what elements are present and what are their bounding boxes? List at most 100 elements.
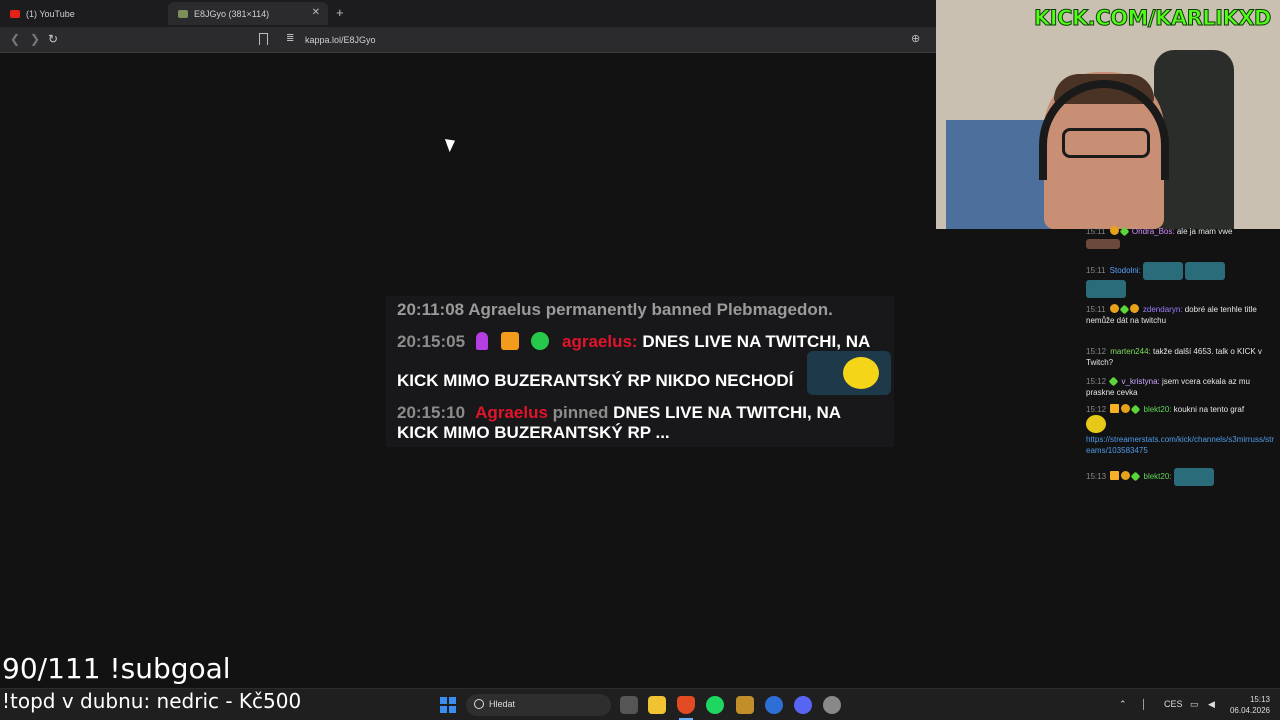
username: Agraelus <box>475 403 548 422</box>
zoom-icon[interactable]: ⊕ <box>911 32 920 45</box>
emote-image <box>1086 280 1126 298</box>
app-icon[interactable] <box>736 696 754 714</box>
badge-icon <box>1109 304 1119 313</box>
taskbar-clock[interactable]: 15:13 06.04.2026 <box>1226 694 1270 716</box>
windows-start-icon[interactable] <box>440 697 456 713</box>
tab-kappa-image[interactable]: E8JGyo (381×114) ✕ <box>168 2 328 25</box>
username: zdendaryn: <box>1142 305 1183 314</box>
chat-message: 15:12 marten244: takže další 4653. talk … <box>1086 346 1276 368</box>
tab-label: E8JGyo (381×114) <box>194 8 270 19</box>
emote-image <box>1143 262 1184 280</box>
badge-icon <box>1121 471 1131 481</box>
timestamp: 15:12 <box>1086 347 1107 356</box>
badge-icon <box>1129 304 1139 313</box>
timestamp: 15:13 <box>1086 472 1107 482</box>
screen: (1) YouTube E8JGyo (381×114) ✕ + ❮ ❯ ↻ ≣… <box>0 0 1280 720</box>
task-view-icon[interactable] <box>620 696 638 714</box>
chat-link[interactable]: https://streamerstats.com/kick/channels/… <box>1086 434 1276 456</box>
clock-time: 15:13 <box>1249 695 1270 704</box>
pin-action: pinned <box>552 403 609 422</box>
search-icon <box>474 699 484 709</box>
bookmark-icon[interactable] <box>259 33 268 45</box>
username: marten244: <box>1110 347 1151 356</box>
tab-youtube[interactable]: (1) YouTube <box>0 2 166 25</box>
username: blekt20: <box>1143 405 1172 414</box>
tray-chevron-icon[interactable]: ⌃ <box>1119 699 1127 710</box>
timestamp: 15:11 <box>1086 266 1106 276</box>
crown-badge-icon <box>1110 471 1120 481</box>
volume-icon[interactable]: ◀ <box>1208 699 1215 710</box>
tab-label: (1) YouTube <box>26 8 75 19</box>
microphone-badge-icon <box>475 332 488 350</box>
brave-browser-icon[interactable] <box>677 696 695 714</box>
emote-blob <box>843 357 879 389</box>
badge-icon <box>1108 376 1119 387</box>
badge-icon <box>1121 404 1131 413</box>
browser-tabbar: (1) YouTube E8JGyo (381×114) ✕ + <box>0 0 936 27</box>
chat-message: 15:11 zdendaryn: dobré ale tenhle title … <box>1086 304 1276 326</box>
emote-image <box>1086 415 1106 433</box>
chat-line-message-cont: KICK MIMO BUZERANTSKÝ RP NIKDO NECHODÍ <box>397 371 794 390</box>
file-explorer-icon[interactable] <box>648 696 666 714</box>
message-text: ale ja mam vwe <box>1176 227 1233 236</box>
chat-line-pin-cont: KICK MIMO BUZERANTSKÝ RP ... <box>397 423 670 442</box>
microphone-icon[interactable]: │ <box>1141 699 1147 709</box>
reload-icon[interactable]: ↻ <box>48 32 58 46</box>
site-info-icon[interactable]: ≣ <box>286 33 294 44</box>
badge-icon <box>1109 226 1119 235</box>
timestamp: 20:11:08 <box>397 300 465 319</box>
search-label: Hledat <box>489 699 516 709</box>
subscriber-badge-icon <box>500 332 519 350</box>
crown-badge-icon <box>1110 404 1120 413</box>
forward-icon[interactable]: ❯ <box>30 32 40 46</box>
timestamp: 15:12 <box>1086 377 1107 386</box>
back-icon[interactable]: ❮ <box>10 32 20 46</box>
browser-navbar: ❮ ❯ ↻ ≣ kappa.lol/E8JGyo ⊕ <box>0 27 936 53</box>
link-text[interactable]: https://streamerstats.com/kick/channels/… <box>1086 435 1274 455</box>
discord-icon[interactable] <box>794 696 812 714</box>
emote-image <box>1086 238 1120 249</box>
chat-screenshot-image: 20:11:08 Agraelus permanently banned Ple… <box>386 296 894 447</box>
badge-icon <box>1119 304 1130 315</box>
timestamp: 20:15:10 <box>397 403 466 422</box>
chat-message: 15:13 blekt20: <box>1086 468 1276 486</box>
badge-icon <box>1130 471 1141 482</box>
youtube-icon <box>10 9 20 18</box>
username: v_kristyna: <box>1121 377 1160 386</box>
timestamp: 20:15:05 <box>397 332 466 351</box>
network-icon[interactable]: ▭ <box>1190 699 1199 710</box>
badge-icon <box>1119 226 1130 237</box>
username: Stodolni: <box>1109 266 1141 276</box>
ban-message: Agraelus permanently banned Plebmagedon. <box>468 300 833 319</box>
spotify-icon[interactable] <box>706 696 724 714</box>
timestamp: 15:12 <box>1086 405 1107 414</box>
address-bar[interactable]: kappa.lol/E8JGyo <box>305 35 376 45</box>
app-icon[interactable] <box>823 696 841 714</box>
new-tab-button[interactable]: + <box>336 5 344 20</box>
taskbar-search[interactable]: Hledat <box>466 694 611 716</box>
message-text: koukni na tento graf <box>1173 405 1245 414</box>
webcam-feed <box>936 0 1280 229</box>
language-indicator[interactable]: CES <box>1164 699 1183 709</box>
chat-line-ban: 20:11:08 Agraelus permanently banned Ple… <box>397 300 833 320</box>
verified-badge-icon <box>531 332 550 350</box>
chat-message: 15:12 v_kristyna: jsem vcera cekala az m… <box>1086 376 1276 398</box>
ccleaner-icon[interactable] <box>765 696 783 714</box>
message-text: DNES LIVE NA TWITCHI, NA <box>642 332 871 351</box>
chat-line-message: 20:15:05 agraelus: DNES LIVE NA TWITCHI,… <box>397 332 870 352</box>
chat-message: 15:11 Ondra_Bos: ale ja mam vwe <box>1086 226 1276 249</box>
badge-icon <box>1130 404 1141 415</box>
topdonor-overlay: !topd v dubnu: nedric - Kč500 <box>2 689 302 713</box>
message-text: DNES LIVE NA TWITCHI, NA <box>613 403 842 422</box>
username: Ondra_Bos: <box>1131 227 1175 236</box>
image-favicon-icon <box>178 9 188 18</box>
chat-message: 15:11 Stodolni: <box>1086 262 1276 298</box>
emote-image <box>1185 262 1226 280</box>
username: blekt20: <box>1143 472 1172 482</box>
timestamp: 15:11 <box>1086 305 1106 314</box>
username: agraelus: <box>562 332 638 351</box>
kick-url-overlay: KICK.COM/KARLIKXD <box>1034 6 1272 31</box>
close-tab-icon[interactable]: ✕ <box>312 7 320 18</box>
chat-message: 15:12 blekt20: koukni na tento graf <box>1086 404 1276 433</box>
timestamp: 15:11 <box>1086 227 1106 236</box>
